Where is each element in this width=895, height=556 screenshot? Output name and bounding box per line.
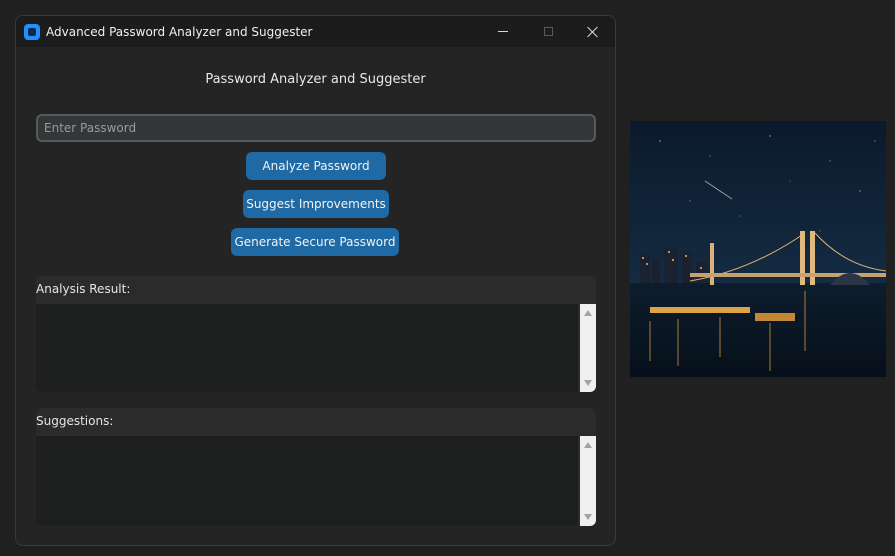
close-icon — [587, 26, 599, 38]
scroll-down-icon[interactable] — [584, 380, 592, 386]
suggest-improvements-button[interactable]: Suggest Improvements — [243, 190, 389, 218]
title-bar[interactable]: Advanced Password Analyzer and Suggester — [16, 16, 615, 47]
scroll-down-icon[interactable] — [584, 514, 592, 520]
analysis-scrollbar[interactable] — [580, 304, 596, 392]
night-bridge-image — [630, 121, 886, 377]
generate-password-button[interactable]: Generate Secure Password — [231, 228, 399, 256]
suggestions-label: Suggestions: — [36, 414, 114, 428]
minimize-icon — [498, 31, 508, 32]
minimize-button[interactable] — [480, 16, 526, 47]
suggestions-panel: Suggestions: — [36, 408, 596, 526]
password-input[interactable] — [36, 114, 596, 142]
page-title: Password Analyzer and Suggester — [205, 72, 426, 87]
analysis-result-label: Analysis Result: — [36, 282, 131, 296]
window-title: Advanced Password Analyzer and Suggester — [46, 24, 313, 39]
analysis-result-textbox[interactable] — [36, 304, 578, 392]
maximize-button[interactable] — [525, 16, 571, 47]
app-icon — [24, 23, 40, 40]
analyze-password-button[interactable]: Analyze Password — [246, 152, 386, 180]
maximize-icon — [543, 27, 553, 36]
close-button[interactable] — [570, 16, 615, 47]
scroll-up-icon[interactable] — [584, 310, 592, 316]
suggestions-textbox[interactable] — [36, 436, 578, 526]
scroll-up-icon[interactable] — [584, 442, 592, 448]
background-photo — [630, 121, 886, 377]
analysis-result-panel: Analysis Result: — [36, 276, 596, 392]
app-window: Advanced Password Analyzer and Suggester… — [15, 15, 616, 546]
suggestions-scrollbar[interactable] — [580, 436, 596, 526]
